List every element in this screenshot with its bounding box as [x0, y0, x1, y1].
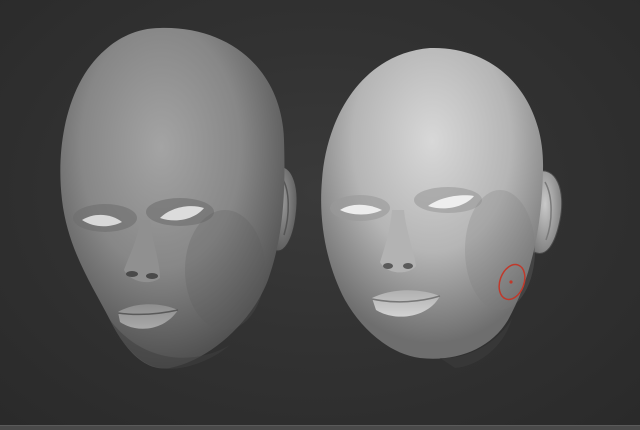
sculpt-viewport[interactable] [0, 0, 640, 425]
viewport-bottom-bar [0, 425, 640, 430]
head-model-left[interactable] [60, 27, 298, 369]
head-model-right[interactable] [321, 47, 563, 368]
viewport-canvas[interactable] [0, 0, 640, 425]
face-left-surface [60, 27, 285, 369]
